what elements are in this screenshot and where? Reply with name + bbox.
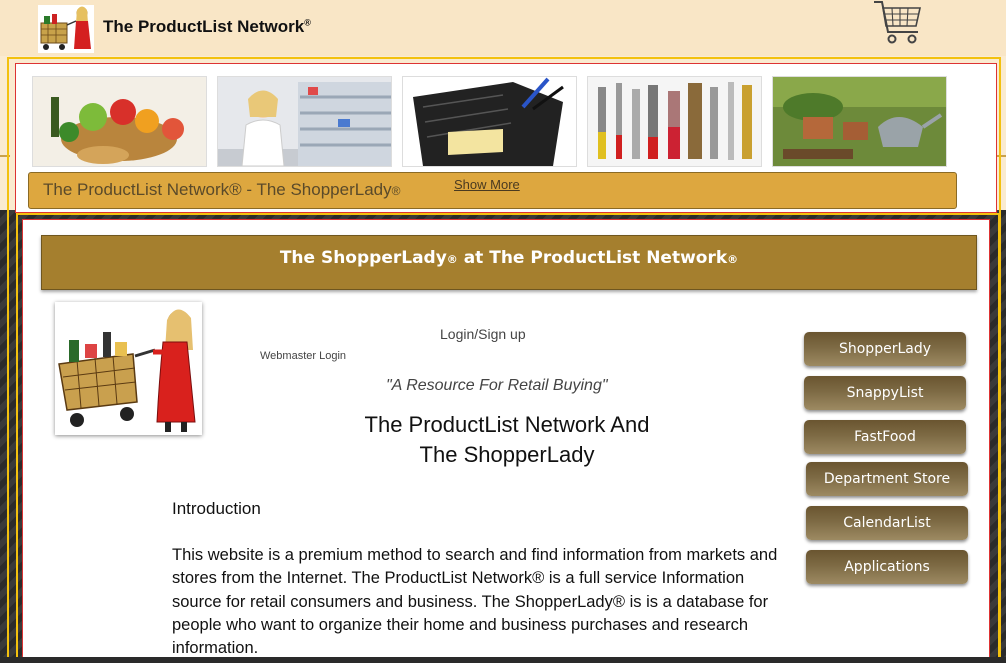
main-heading-line1: The ProductList Network And: [364, 412, 650, 437]
page-header-band: The ShopperLady® at The ProductList Netw…: [41, 235, 977, 290]
nav-button-shopperlady[interactable]: ShopperLady: [804, 332, 966, 366]
pharmacy-clerk-image[interactable]: [217, 76, 392, 167]
nav-button-department-store[interactable]: Department Store: [806, 462, 968, 496]
main-heading-line2: The ShopperLady: [419, 442, 595, 467]
site-title[interactable]: The ProductList Network®: [103, 17, 311, 37]
garden-tools-image[interactable]: [772, 76, 947, 167]
intro-paragraph: This website is a premium method to sear…: [172, 544, 837, 660]
shopper-lady-logo-icon: [38, 5, 94, 53]
banner-text-main: The ProductList Network® - The ShopperLa…: [43, 180, 392, 199]
banner-registered-mark: ®: [391, 184, 401, 198]
show-more-link[interactable]: Show More: [454, 177, 520, 192]
intro-line: people who want to organize their home a…: [172, 615, 749, 634]
hand-tools-image[interactable]: [587, 76, 762, 167]
bottom-strip: [0, 657, 1006, 663]
intro-line: This website is a premium method to sear…: [172, 546, 778, 564]
page-title-mark2: ®: [727, 253, 739, 266]
shopper-lady-image: [55, 302, 202, 435]
page-title-part2: at The ProductList Network: [457, 248, 728, 268]
intro-line: stores from the Internet. The ProductLis…: [172, 569, 745, 588]
nav-button-snappylist[interactable]: SnappyList: [804, 376, 966, 410]
site-title-text: The ProductList Network: [103, 17, 305, 36]
tagline: "A Resource For Retail Buying": [386, 377, 608, 394]
webmaster-login-link[interactable]: Webmaster Login: [260, 350, 346, 362]
produce-basket-image[interactable]: [32, 76, 207, 167]
desk-organizer-image[interactable]: [402, 76, 577, 167]
site-logo[interactable]: [38, 5, 94, 53]
banner-bar: The ProductList Network® - The ShopperLa…: [28, 172, 957, 209]
nav-button-calendarlist[interactable]: CalendarList: [806, 506, 968, 540]
main-heading: The ProductList Network And The ShopperL…: [307, 410, 707, 470]
top-bar: The ProductList Network®: [0, 0, 1006, 56]
intro-line: source for retail consumers and business…: [172, 592, 769, 611]
registered-mark: ®: [304, 17, 311, 28]
page-title-mark1: ®: [446, 253, 458, 266]
shopper-lady-cart-icon: [55, 302, 202, 435]
login-signup-link[interactable]: Login/Sign up: [440, 326, 526, 342]
page-title-part1: The ShopperLady: [279, 248, 447, 268]
banner-text: The ProductList Network® - The ShopperLa…: [43, 180, 400, 200]
shopping-cart-icon[interactable]: [872, 0, 924, 46]
page-title: The ShopperLady® at The ProductList Netw…: [42, 248, 976, 268]
nav-button-applications[interactable]: Applications: [806, 550, 968, 584]
intro-heading: Introduction: [172, 499, 261, 518]
nav-button-fastfood[interactable]: FastFood: [804, 420, 966, 454]
